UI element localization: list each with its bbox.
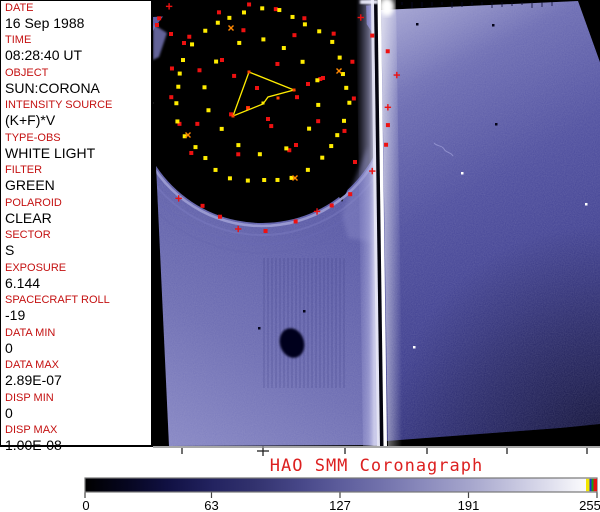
field-label: DATE <box>5 2 34 14</box>
field-date: DATE 16 Sep 1988 <box>5 3 151 31</box>
field-disp-min: DISP MIN 0 <box>5 393 151 421</box>
field-filter: FILTER GREEN <box>5 165 151 193</box>
colorbar-tick-label: 63 <box>204 498 218 512</box>
field-label: OBJECT <box>5 67 49 79</box>
pylon-streak <box>356 0 403 446</box>
field-value: -19 <box>5 307 26 323</box>
field-label: TYPE-OBS <box>5 132 61 144</box>
field-value: S <box>5 242 15 258</box>
field-label: EXPOSURE <box>5 262 67 274</box>
field-label: INTENSITY SOURCE <box>5 99 113 111</box>
field-label: DISP MAX <box>5 424 58 436</box>
field-value: 0 <box>5 405 13 421</box>
field-sector: SECTOR S <box>5 230 151 258</box>
field-label: DATA MIN <box>5 327 56 339</box>
field-value: 0 <box>5 340 13 356</box>
field-value: SUN:CORONA <box>5 80 100 96</box>
metadata-sidebar: DATE 16 Sep 1988 TIME 08:28:40 UT OBJECT SU… <box>0 0 153 453</box>
field-time: TIME 08:28:40 UT <box>5 35 151 63</box>
coronagraph-viewer-window: DATE 16 Sep 1988 TIME 08:28:40 UT OBJECT SU… <box>0 0 600 512</box>
field-value: (K+F)*V <box>5 112 56 128</box>
field-label: DATA MAX <box>5 359 59 371</box>
field-label: POLAROID <box>5 197 62 209</box>
field-data-max: DATA MAX 2.89E-07 <box>5 360 151 388</box>
colorbar-stripe <box>589 478 592 492</box>
colorbar-stripe <box>586 478 590 492</box>
colorbar-stripe <box>591 478 594 492</box>
field-label: SPACECRAFT ROLL <box>5 294 110 306</box>
image-title: HAO SMM Coronagraph <box>269 456 484 476</box>
colorbar-tick-label: 0 <box>82 498 89 512</box>
field-value: GREEN <box>5 177 55 193</box>
field-label: SECTOR <box>5 229 51 241</box>
field-disp-max: DISP MAX 1.00E-08 <box>5 425 151 453</box>
field-value: 6.144 <box>5 275 41 291</box>
colorbar-gradient <box>84 477 598 493</box>
image-canvas: 0 63 127 191 255 <box>82 0 600 512</box>
colorbar-tick-label: 127 <box>329 498 351 512</box>
field-polaroid: POLAROID CLEAR <box>5 198 151 226</box>
field-label: TIME <box>5 34 32 46</box>
colorbar: 0 63 127 191 255 <box>82 477 600 512</box>
field-value: 08:28:40 UT <box>5 47 83 63</box>
field-exposure: EXPOSURE 6.144 <box>5 263 151 291</box>
field-value: CLEAR <box>5 210 52 226</box>
field-label: DISP MIN <box>5 392 54 404</box>
colorbar-stripe <box>593 478 597 492</box>
colorbar-tick-label: 255 <box>579 498 600 512</box>
field-spacecraft-roll: SPACECRAFT ROLL -19 <box>5 295 151 323</box>
field-value: 2.89E-07 <box>5 372 62 388</box>
field-value: 1.00E-08 <box>5 437 62 453</box>
field-intensity-source: INTENSITY SOURCE (K+F)*V <box>5 100 151 128</box>
field-object: OBJECT SUN:CORONA <box>5 68 151 96</box>
field-label: FILTER <box>5 164 43 176</box>
field-value: 16 Sep 1988 <box>5 15 85 31</box>
field-type-obs: TYPE-OBS WHITE LIGHT <box>5 133 151 161</box>
colorbar-tick-label: 191 <box>458 498 480 512</box>
field-value: WHITE LIGHT <box>5 145 96 161</box>
field-data-min: DATA MIN 0 <box>5 328 151 356</box>
